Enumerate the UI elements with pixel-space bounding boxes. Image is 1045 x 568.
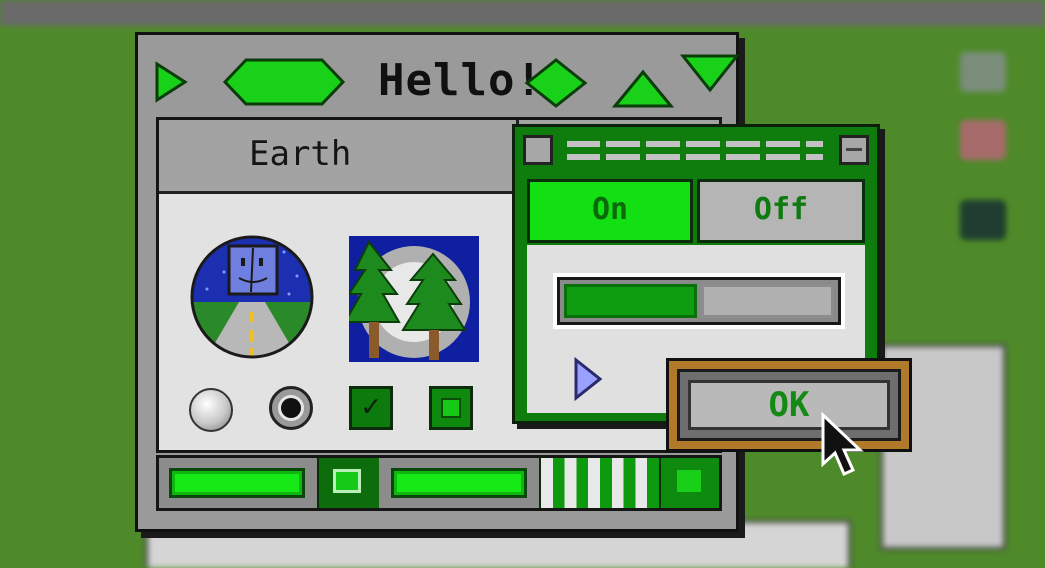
ok-dialog: OK xyxy=(666,358,912,452)
arrow-cursor-icon xyxy=(821,412,864,476)
slider-track[interactable] xyxy=(557,277,841,325)
strip-bar-left[interactable] xyxy=(169,468,305,498)
toggle-on-button[interactable]: On xyxy=(527,179,693,243)
menu-bar xyxy=(0,0,1045,26)
desktop-icon-disk[interactable] xyxy=(960,52,1006,92)
title-bar: Hello! xyxy=(150,45,740,115)
finder-face-road-icon[interactable] xyxy=(189,234,315,360)
triangle-up-icon[interactable] xyxy=(612,69,674,109)
slider-remainder xyxy=(701,284,834,318)
bottom-control-strip xyxy=(156,455,722,511)
desktop-icon-folder[interactable] xyxy=(960,200,1006,240)
collapse-box-icon[interactable] xyxy=(839,135,869,165)
tab-earth[interactable]: Earth xyxy=(159,120,519,191)
close-box-icon[interactable] xyxy=(523,135,553,165)
window-title: Hello! xyxy=(378,55,543,106)
disclosure-triangle-icon[interactable] xyxy=(573,357,603,401)
checkbox-checked[interactable]: ✓ xyxy=(349,386,393,430)
play-right-icon[interactable] xyxy=(154,61,188,103)
diamond-button-icon[interactable] xyxy=(524,57,588,109)
hexagon-button-icon[interactable] xyxy=(222,57,346,107)
tab-earth-label: Earth xyxy=(249,134,352,174)
radio-button-selected[interactable] xyxy=(269,386,313,430)
radio-button-unselected[interactable] xyxy=(189,388,233,432)
title-grip-lines[interactable] xyxy=(563,137,827,165)
desktop-icon-app[interactable] xyxy=(960,120,1006,160)
triangle-down-icon[interactable] xyxy=(680,53,740,93)
toggle-off-button[interactable]: Off xyxy=(697,179,865,243)
pine-trees-icon[interactable] xyxy=(349,236,479,362)
square-end-icon[interactable] xyxy=(659,458,719,508)
slider-fill xyxy=(564,284,697,318)
diamond-pattern-icon[interactable] xyxy=(539,458,659,508)
strip-bar-middle[interactable] xyxy=(391,468,527,498)
square-toggle-button[interactable] xyxy=(429,386,473,430)
nested-square-icon[interactable] xyxy=(317,458,379,508)
